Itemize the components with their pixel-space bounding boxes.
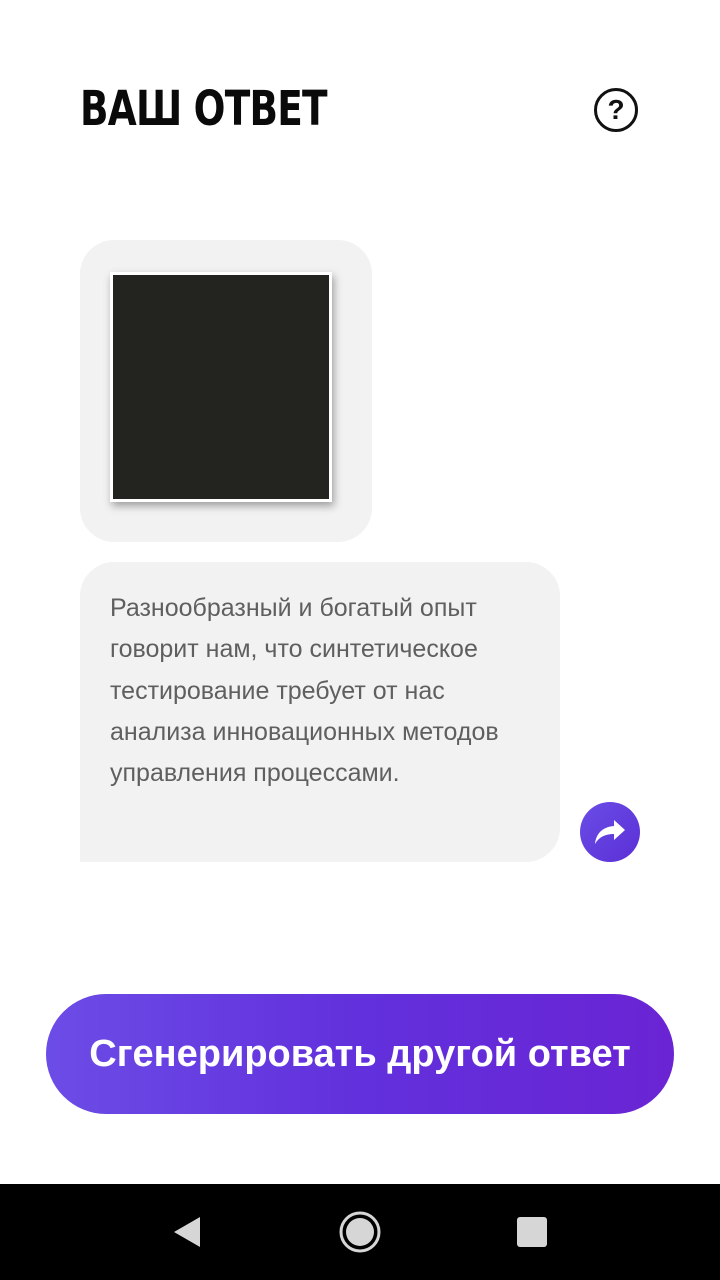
share-button[interactable] (580, 802, 640, 862)
generate-another-answer-button[interactable]: Сгенерировать другой ответ (46, 994, 674, 1114)
question-circle-icon: ? (607, 94, 625, 125)
back-triangle-icon[interactable] (170, 1214, 206, 1250)
help-button[interactable]: ? (594, 88, 638, 132)
page-title: ВАШ ОТВЕТ (80, 81, 328, 137)
generate-button-label: Сгенерировать другой ответ (89, 1032, 631, 1075)
answer-text: Разнообразный и богатый опыт говорит нам… (110, 594, 499, 788)
recents-square-icon[interactable] (516, 1216, 548, 1248)
answer-image-content (113, 275, 329, 499)
system-navigation-bar (0, 1184, 720, 1280)
answer-text-bubble: Разнообразный и богатый опыт говорит нам… (80, 562, 560, 862)
home-circle-icon[interactable] (338, 1210, 382, 1254)
share-forward-icon (594, 819, 626, 845)
answer-image[interactable] (110, 272, 332, 502)
answer-image-card (80, 240, 372, 542)
